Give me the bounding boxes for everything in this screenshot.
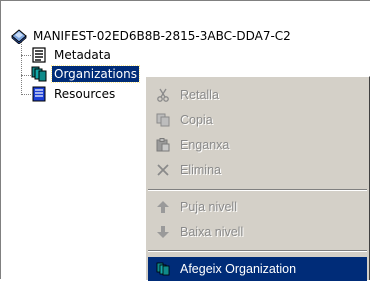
menu-item-label: Retalla bbox=[180, 88, 219, 102]
tree-node-label: Organizations bbox=[51, 65, 140, 83]
menu-item-copia[interactable]: Copia bbox=[148, 108, 367, 133]
menu-item-elimina[interactable]: Elimina bbox=[148, 158, 367, 183]
tree-node-label: Resources bbox=[54, 87, 116, 101]
menu-item-label: Elimina bbox=[180, 163, 221, 177]
metadata-icon bbox=[31, 47, 47, 63]
delete-x-icon bbox=[156, 163, 170, 177]
menu-item-baixa-nivell[interactable]: Baixa nivell bbox=[148, 220, 367, 245]
tree-node-label: MANIFEST-02ED6B8B-2815-3ABC-DDA7-C2 bbox=[33, 29, 291, 43]
tree-connector-h2 bbox=[21, 75, 31, 76]
menu-item-enganxa[interactable]: Enganxa bbox=[148, 133, 367, 158]
tree-connector-h1 bbox=[21, 55, 31, 56]
menu-item-label: Enganxa bbox=[180, 138, 230, 152]
organizations-icon bbox=[31, 66, 47, 82]
tree-connector-vertical bbox=[21, 39, 22, 95]
arrow-up-icon bbox=[156, 200, 170, 214]
organization-icon bbox=[156, 262, 170, 276]
menu-item-afegeix-organization[interactable]: Afegeix Organization bbox=[148, 257, 367, 281]
context-menu: Retalla Copia Enganxa Elimina Puja nivel… bbox=[145, 76, 370, 281]
resources-icon bbox=[31, 86, 47, 102]
menu-separator bbox=[148, 250, 367, 252]
tree-panel: MANIFEST-02ED6B8B-2815-3ABC-DDA7-C2 Meta… bbox=[0, 0, 370, 281]
menu-item-label: Puja nivell bbox=[180, 200, 237, 214]
tree-connector-h3 bbox=[21, 94, 31, 95]
menu-item-label: Copia bbox=[180, 113, 213, 127]
scissors-icon bbox=[156, 88, 170, 102]
tree-node-label: Metadata bbox=[54, 48, 111, 62]
arrow-down-icon bbox=[156, 225, 170, 239]
menu-item-label: Baixa nivell bbox=[180, 225, 244, 239]
menu-item-puja-nivell[interactable]: Puja nivell bbox=[148, 195, 367, 220]
copy-icon bbox=[156, 113, 170, 127]
paste-icon bbox=[156, 138, 170, 152]
manifest-icon bbox=[11, 28, 27, 45]
menu-separator bbox=[148, 189, 367, 191]
menu-item-retalla[interactable]: Retalla bbox=[148, 83, 367, 108]
menu-item-label: Afegeix Organization bbox=[180, 262, 297, 276]
